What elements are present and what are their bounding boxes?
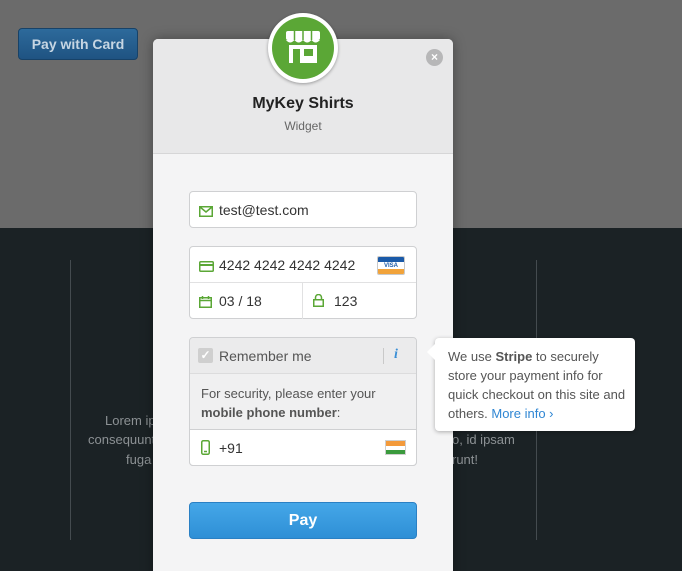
modal-subtitle: Widget bbox=[284, 119, 322, 133]
cvc-field[interactable]: 123 bbox=[303, 283, 416, 319]
modal-header: × MyKey Shirts Widget bbox=[153, 13, 453, 154]
remember-me-checkbox[interactable]: ✓ bbox=[198, 348, 213, 363]
close-icon[interactable]: × bbox=[426, 49, 443, 66]
info-icon[interactable]: i bbox=[394, 347, 398, 363]
calendar-icon bbox=[199, 295, 212, 313]
lorem-text-line: runt! bbox=[452, 452, 479, 467]
phone-value: +91 bbox=[219, 440, 243, 456]
expiry-value: 03 / 18 bbox=[219, 293, 262, 309]
divider-left bbox=[70, 260, 71, 540]
tooltip-text: We use Stripe to securely store your pay… bbox=[448, 349, 626, 421]
phone-field[interactable]: +91 bbox=[189, 429, 417, 466]
card-number-value: 4242 4242 4242 4242 bbox=[219, 257, 356, 273]
lorem-text-line: Lorem ip bbox=[105, 413, 156, 428]
card-details-group: 4242 4242 4242 4242 VISA 03 / 18 123 bbox=[189, 246, 417, 319]
expiry-field[interactable]: 03 / 18 bbox=[190, 283, 303, 319]
shop-icon bbox=[272, 17, 334, 79]
divider bbox=[383, 348, 384, 364]
india-flag-icon[interactable] bbox=[385, 440, 406, 455]
more-info-link[interactable]: More info › bbox=[491, 406, 553, 421]
email-field[interactable]: test@test.com bbox=[189, 191, 417, 228]
email-value: test@test.com bbox=[219, 202, 309, 218]
remember-me-label: Remember me bbox=[219, 348, 312, 364]
lorem-text-line: fuga bbox=[126, 452, 152, 467]
lorem-text-line: consequunt bbox=[88, 432, 156, 447]
pay-button[interactable]: Pay bbox=[189, 502, 417, 539]
mobile-phone-icon bbox=[201, 440, 210, 460]
store-logo bbox=[268, 13, 338, 83]
remember-me-header[interactable]: ✓ Remember me i bbox=[190, 338, 416, 374]
pay-with-card-button[interactable]: Pay with Card bbox=[18, 28, 138, 60]
credit-card-icon bbox=[199, 259, 214, 277]
lock-icon bbox=[313, 293, 324, 312]
envelope-icon bbox=[199, 204, 213, 222]
tooltip-arrow bbox=[427, 344, 435, 360]
lorem-text-line: o, id ipsam bbox=[452, 432, 515, 447]
visa-card-icon: VISA bbox=[377, 256, 405, 275]
remember-me-panel: ✓ Remember me i For security, please ent… bbox=[189, 337, 417, 466]
modal-title: MyKey Shirts bbox=[252, 95, 354, 112]
stripe-info-tooltip: We use Stripe to securely store your pay… bbox=[427, 338, 635, 431]
card-number-field[interactable]: 4242 4242 4242 4242 VISA bbox=[190, 247, 416, 283]
security-note: For security, please enter your mobile p… bbox=[201, 386, 376, 420]
cvc-value: 123 bbox=[334, 293, 358, 309]
checkout-modal: × MyKey Shirts Widget test@test.com 4242… bbox=[153, 13, 453, 571]
